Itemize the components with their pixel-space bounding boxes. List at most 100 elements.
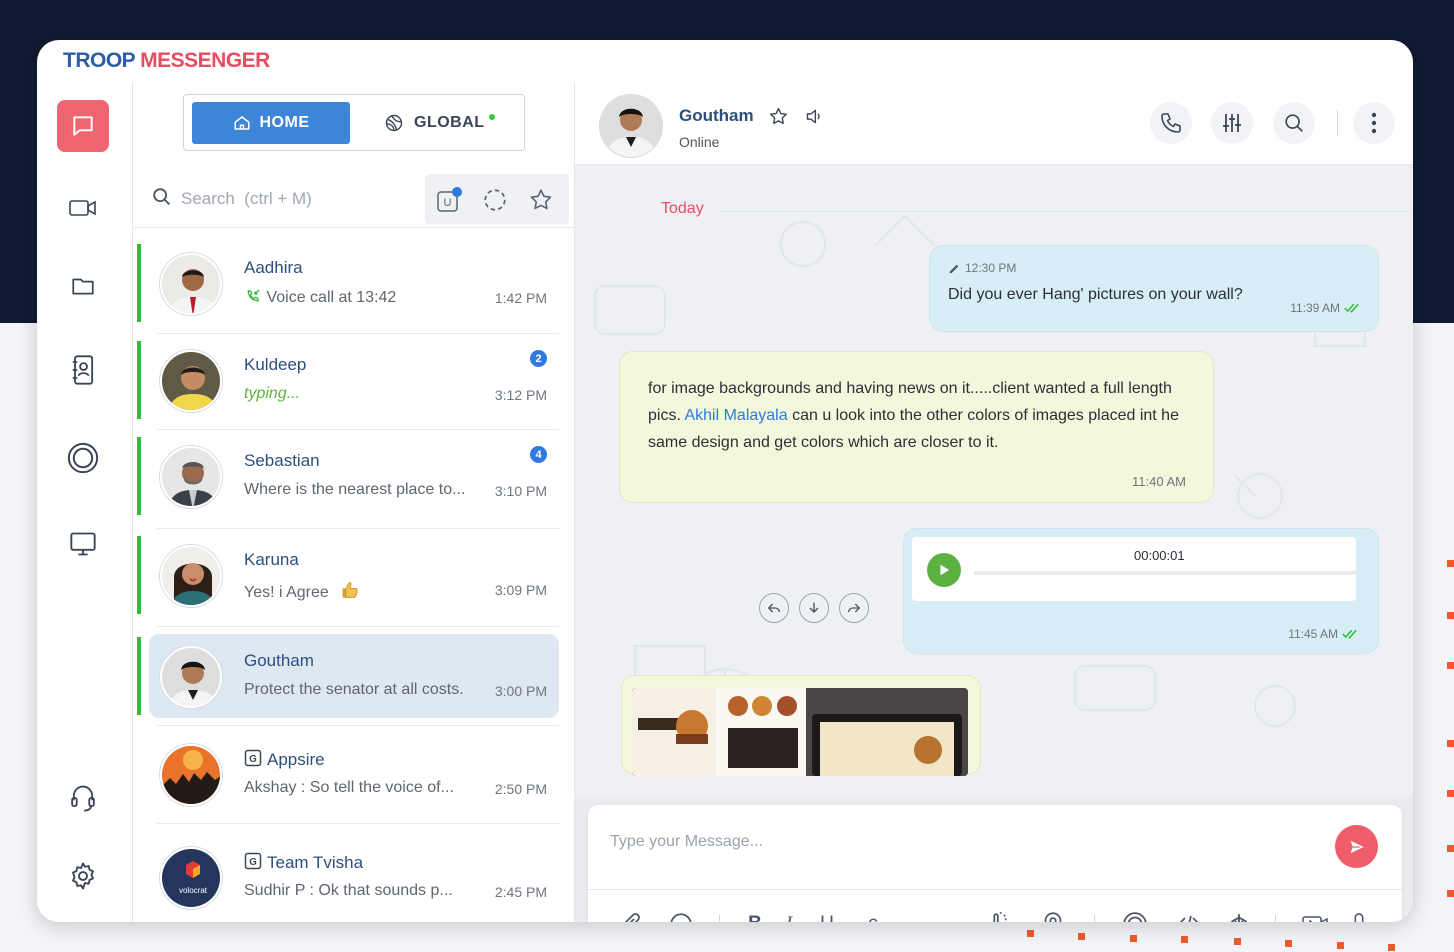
contact-list: Aadhira Voice call at 13:42 1:42 PM Kuld… (133, 229, 575, 922)
contact-item-karuna[interactable]: Karuna Yes! i Agree 3:09 PM (137, 533, 559, 617)
contact-time: 3:10 PM (494, 483, 547, 499)
dashed-circle-icon (484, 189, 506, 211)
emoji-button[interactable] (666, 909, 696, 922)
folder-icon (72, 278, 94, 295)
contact-last-message: Sudhir P : Ok that sounds p... (244, 882, 453, 899)
tab-global[interactable]: GLOBAL (384, 102, 495, 144)
emoji-icon (670, 913, 692, 922)
monitor-icon (70, 532, 96, 556)
audio-duration: 00:00:01 (1134, 548, 1185, 563)
bold-button[interactable]: B (740, 909, 770, 922)
messenger-window: TROOP MESSENGER HOME GLOBAL Search (ctrl… (37, 40, 1413, 922)
chat-nav-button[interactable] (57, 100, 109, 152)
avatar (160, 350, 222, 412)
mention-link[interactable]: Akhil Malayala (684, 407, 787, 424)
contact-item-sebastian[interactable]: Sebastian Where is the nearest place to.… (137, 434, 559, 518)
forward-button[interactable] (839, 593, 869, 623)
online-indicator (137, 244, 141, 322)
gear-icon (72, 862, 94, 890)
voice-call-button[interactable] (1150, 102, 1192, 144)
more-options-button[interactable] (1353, 102, 1395, 144)
image-attachment[interactable] (632, 688, 968, 776)
pencil-icon (949, 264, 959, 273)
reply-icon (767, 603, 780, 613)
tag-button[interactable] (984, 909, 1014, 922)
send-button[interactable] (1335, 825, 1378, 868)
globe-icon (385, 114, 403, 132)
date-divider-label: Today (661, 200, 704, 217)
location-button[interactable] (1038, 909, 1068, 922)
contact-item-kuldeep[interactable]: Kuldeep typing... 2 3:12 PM (137, 338, 559, 422)
chat-search-button[interactable] (1273, 102, 1315, 144)
sliders-icon (1223, 114, 1241, 132)
message-time: 11:39 AM (1290, 301, 1362, 315)
code-icon (1179, 915, 1199, 922)
contact-name: G Appsire (244, 749, 325, 770)
play-button[interactable] (927, 553, 961, 587)
message-time: 11:40 AM (1132, 474, 1186, 489)
location-pin-icon (1044, 912, 1062, 922)
message-incoming[interactable]: for image backgrounds and having news on… (619, 351, 1214, 503)
contact-time: 3:00 PM (494, 683, 547, 699)
support-nav-button[interactable] (57, 772, 109, 824)
search-input[interactable] (181, 182, 416, 216)
contact-item-team-tvisha[interactable]: volocrat G Team Tvisha Sudhir P : Ok that… (149, 835, 559, 919)
strikethrough-button[interactable]: c (858, 909, 888, 922)
attach-button[interactable] (616, 909, 646, 922)
contact-item-goutham[interactable]: Goutham Protect the senator at all costs… (137, 634, 559, 718)
files-nav-button[interactable] (57, 260, 109, 312)
code-button[interactable] (1174, 909, 1204, 922)
audio-progress-track[interactable] (974, 571, 1358, 575)
edited-indicator: 12:30 PM (948, 261, 1016, 275)
divider (157, 626, 559, 627)
contact-time: 1:42 PM (494, 290, 547, 306)
chat-settings-button[interactable] (1211, 102, 1253, 144)
composer-area: B I U c (575, 797, 1413, 922)
reply-button[interactable] (759, 593, 789, 623)
message-outgoing-audio[interactable]: 00:00:01 11:45 AM (903, 528, 1379, 654)
contact-last-message: Voice call at 13:42 (244, 288, 396, 307)
favorite-star-icon[interactable] (768, 106, 789, 127)
voice-message-button[interactable] (1344, 909, 1374, 922)
unread-count-badge: 4 (530, 446, 547, 463)
message-text: for image backgrounds and having news on… (648, 380, 1179, 451)
tab-home[interactable]: HOME (192, 102, 350, 144)
svg-text:U: U (444, 197, 452, 209)
video-nav-button[interactable] (57, 182, 109, 234)
online-indicator (137, 437, 141, 515)
message-input[interactable] (610, 827, 1310, 857)
message-outgoing[interactable]: 12:30 PM Did you ever Hang' pictures on … (929, 245, 1379, 332)
status-filter-button[interactable] (481, 186, 509, 214)
underline-button[interactable]: U (812, 909, 842, 922)
screen-share-nav-button[interactable] (57, 518, 109, 570)
contact-item-appsire[interactable]: G Appsire Akshay : So tell the voice of..… (149, 732, 559, 816)
unread-icon: U (437, 187, 462, 212)
unread-filter-button[interactable]: U (435, 186, 463, 214)
video-message-button[interactable] (1300, 909, 1330, 922)
contact-name: Goutham (244, 651, 314, 670)
download-button[interactable] (799, 593, 829, 623)
message-actions (759, 593, 869, 623)
online-indicator (137, 637, 141, 715)
microphone-icon (1354, 913, 1364, 922)
mention-button[interactable] (1120, 909, 1150, 922)
avatar (160, 253, 222, 315)
contact-item-aadhira[interactable]: Aadhira Voice call at 13:42 1:42 PM (137, 241, 559, 325)
settings-nav-button[interactable] (57, 850, 109, 902)
toolbar-separator (719, 915, 720, 922)
status-nav-button[interactable] (57, 432, 109, 484)
priority-button[interactable] (1224, 909, 1254, 922)
contacts-nav-button[interactable] (57, 344, 109, 396)
chat-avatar[interactable] (600, 95, 662, 157)
italic-button[interactable]: I (774, 909, 804, 922)
contact-typing-indicator: typing... (244, 385, 301, 402)
forward-icon (848, 603, 861, 613)
send-icon (1347, 837, 1367, 856)
svg-text:G: G (249, 754, 257, 765)
starred-filter-button[interactable] (527, 186, 555, 214)
contact-last-message: Where is the nearest place to... (244, 481, 466, 498)
contact-time: 2:50 PM (494, 781, 547, 797)
tab-global-label: GLOBAL (414, 114, 485, 131)
message-incoming-image[interactable] (621, 675, 981, 776)
speaker-icon[interactable] (804, 106, 825, 127)
